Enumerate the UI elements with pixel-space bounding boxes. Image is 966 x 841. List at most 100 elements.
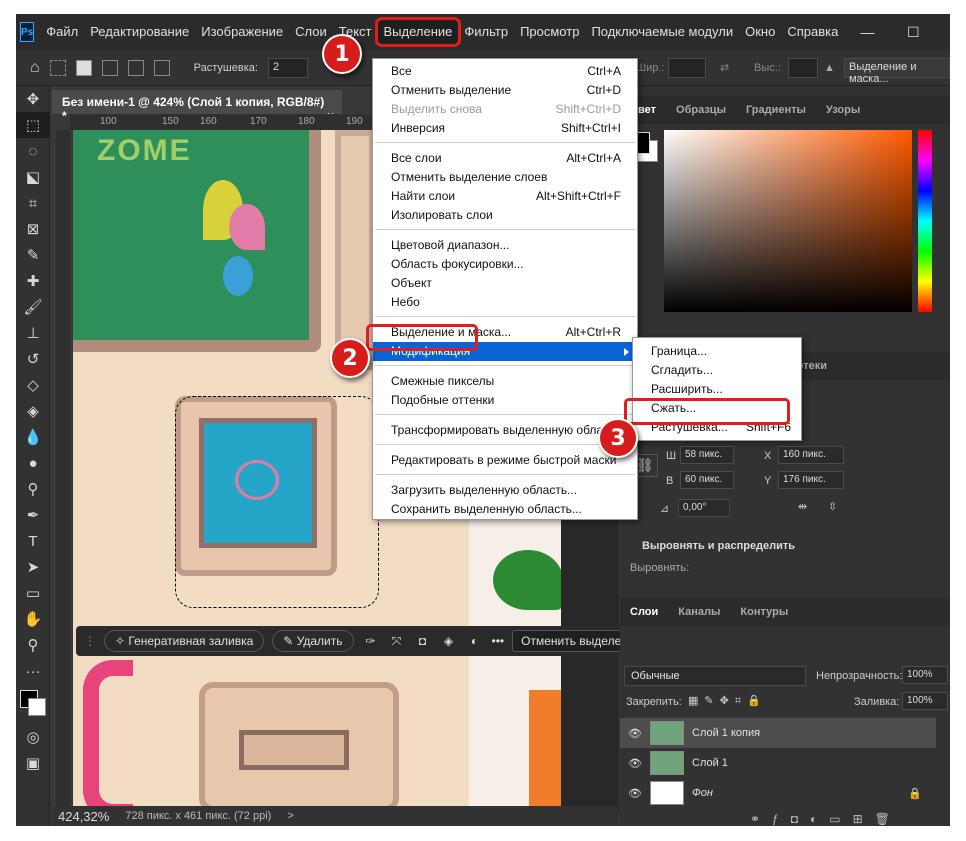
submenu-expand[interactable]: Расширить...	[633, 380, 801, 399]
brush-icon[interactable]: 🖌	[16, 294, 50, 320]
rectangle-icon[interactable]: ▭	[16, 580, 50, 606]
tab-swatches[interactable]: Образцы	[666, 104, 736, 116]
layer-row[interactable]: 👁 Фон 🔒	[620, 778, 936, 808]
eraser-icon[interactable]: ◇	[16, 372, 50, 398]
flip-vertical-icon[interactable]: ⇳	[828, 500, 837, 513]
add-selection-icon[interactable]	[101, 59, 118, 76]
menu-sky[interactable]: Небо	[373, 293, 637, 312]
menu-help[interactable]: Справка	[781, 20, 844, 44]
menu-save-selection[interactable]: Сохранить выделенную область...	[373, 500, 637, 519]
color-swatches-icon[interactable]	[16, 684, 50, 724]
width-input[interactable]	[668, 57, 706, 78]
opacity-field[interactable]: 100%	[902, 666, 948, 684]
layer-row[interactable]: 👁 Слой 1 копия	[620, 718, 936, 748]
menu-load-selection[interactable]: Загрузить выделенную область...	[373, 481, 637, 500]
height-input[interactable]	[788, 57, 818, 78]
menu-subject[interactable]: Объект	[373, 274, 637, 293]
menu-color-range[interactable]: Цветовой диапазон...	[373, 236, 637, 255]
paint-bucket-icon[interactable]: ◈	[16, 398, 50, 424]
crop-icon[interactable]: ⌗	[16, 190, 50, 216]
clone-stamp-icon[interactable]: ⊥	[16, 320, 50, 346]
menu-deselect[interactable]: Отменить выделение Ctrl+D	[373, 81, 637, 100]
lasso-icon[interactable]: ◌	[16, 138, 50, 164]
menu-view[interactable]: Просмотр	[514, 20, 585, 44]
tab-gradients[interactable]: Градиенты	[736, 104, 816, 116]
intersect-selection-icon[interactable]	[153, 59, 170, 76]
adjustment-icon[interactable]: ◐	[466, 634, 484, 648]
tab-paths[interactable]: Контуры	[730, 606, 798, 618]
eyedropper-icon[interactable]: ✎	[16, 242, 50, 268]
feather-input[interactable]: 2	[267, 57, 308, 78]
drag-handle-icon[interactable]: ⋮	[84, 634, 96, 648]
fill-field[interactable]: 100%	[902, 692, 948, 710]
smudge-icon[interactable]: ⚲	[16, 476, 50, 502]
path-select-icon[interactable]: ➤	[16, 554, 50, 580]
menu-window[interactable]: Окно	[739, 20, 781, 44]
menu-quick-mask[interactable]: Редактировать в режиме быстрой маски	[373, 451, 637, 470]
transform-icon[interactable]: ⤧	[388, 634, 406, 649]
menu-grow[interactable]: Смежные пикселы	[373, 372, 637, 391]
submenu-feather[interactable]: Растушевка... Shift+F6	[633, 418, 801, 437]
submenu-smooth[interactable]: Сгладить...	[633, 361, 801, 380]
bell-icon[interactable]: ▲	[824, 62, 835, 74]
swap-icon[interactable]: ⇄	[720, 61, 729, 74]
pen-icon[interactable]: ✒	[16, 502, 50, 528]
color-picker-field[interactable]	[664, 130, 912, 312]
object-select-icon[interactable]: ⬕	[16, 164, 50, 190]
home-icon[interactable]: ⌂	[30, 59, 40, 77]
menu-inverse[interactable]: Инверсия Shift+Ctrl+I	[373, 119, 637, 138]
dodge-icon[interactable]: ●	[16, 450, 50, 476]
submenu-border[interactable]: Граница...	[633, 342, 801, 361]
more-options-icon[interactable]: •••	[492, 634, 505, 648]
close-button[interactable]: ✕	[936, 24, 950, 41]
menu-edit[interactable]: Редактирование	[84, 20, 195, 44]
tab-channels[interactable]: Каналы	[668, 606, 730, 618]
visibility-eye-icon[interactable]: 👁	[620, 757, 650, 770]
tab-patterns[interactable]: Узоры	[816, 104, 870, 116]
menu-image[interactable]: Изображение	[195, 20, 289, 44]
marquee-preset-icon[interactable]	[49, 59, 66, 76]
flip-horizontal-icon[interactable]: ⇹	[798, 500, 807, 513]
layer-row[interactable]: 👁 Слой 1	[620, 748, 936, 778]
screen-mode-icon[interactable]: ▣	[16, 750, 50, 776]
document-info[interactable]: 728 пикс. x 461 пикс. (72 ppi)	[125, 810, 271, 822]
y-prop-field[interactable]: 176 пикс.	[778, 471, 844, 489]
blend-mode-select[interactable]: Обычные	[624, 666, 806, 686]
zoom-icon[interactable]: ⚲	[16, 632, 50, 658]
type-icon[interactable]: T	[16, 528, 50, 554]
fill-icon[interactable]: ◈	[440, 634, 458, 648]
select-and-mask-button[interactable]: Выделение и маска...	[844, 57, 950, 85]
menu-all-layers[interactable]: Все слои Alt+Ctrl+A	[373, 149, 637, 168]
subtract-selection-icon[interactable]	[127, 59, 144, 76]
status-arrow-icon[interactable]: >	[287, 810, 293, 822]
maximize-button[interactable]: ☐	[890, 24, 936, 41]
rectangular-marquee-icon[interactable]: ⬚	[16, 112, 50, 138]
menu-focus-area[interactable]: Область фокусировки...	[373, 255, 637, 274]
visibility-eye-icon[interactable]: 👁	[620, 787, 650, 800]
more-tools-icon[interactable]: ···	[16, 658, 50, 684]
menu-find-layers[interactable]: Найти слои Alt+Shift+Ctrl+F	[373, 187, 637, 206]
new-selection-icon[interactable]	[75, 59, 92, 76]
menu-select-and-mask[interactable]: Выделение и маска... Alt+Ctrl+R	[373, 323, 637, 342]
menu-deselect-layers[interactable]: Отменить выделение слоев	[373, 168, 637, 187]
x-prop-field[interactable]: 160 пикс.	[778, 446, 844, 464]
menu-similar[interactable]: Подобные оттенки	[373, 391, 637, 410]
menu-modify[interactable]: Модификация	[373, 342, 637, 361]
lock-icons[interactable]: ▦✎✥⌗🔒	[688, 694, 767, 708]
delete-button[interactable]: ✎ Удалить	[272, 630, 354, 652]
angle-field[interactable]: 0,00°	[678, 499, 730, 517]
submenu-contract[interactable]: Сжать...	[633, 399, 801, 418]
document-tab[interactable]: Без имени-1 @ 424% (Слой 1 копия, RGB/8#…	[52, 90, 342, 123]
healing-brush-icon[interactable]: ✚	[16, 268, 50, 294]
hue-slider[interactable]	[918, 130, 932, 312]
generative-fill-button[interactable]: ✧ Генеративная заливка	[104, 630, 265, 652]
minimize-button[interactable]: —	[844, 24, 890, 41]
quick-mask-icon[interactable]: ◎	[16, 724, 50, 750]
brush-select-icon[interactable]: ✑	[362, 634, 380, 648]
menu-select-all[interactable]: Все Ctrl+A	[373, 62, 637, 81]
menu-filter[interactable]: Фильтр	[458, 20, 514, 44]
blur-icon[interactable]: 💧	[16, 424, 50, 450]
zoom-level[interactable]: 424,32%	[58, 809, 109, 824]
hand-icon[interactable]: ✋	[16, 606, 50, 632]
mask-icon[interactable]: ◘	[414, 634, 432, 648]
